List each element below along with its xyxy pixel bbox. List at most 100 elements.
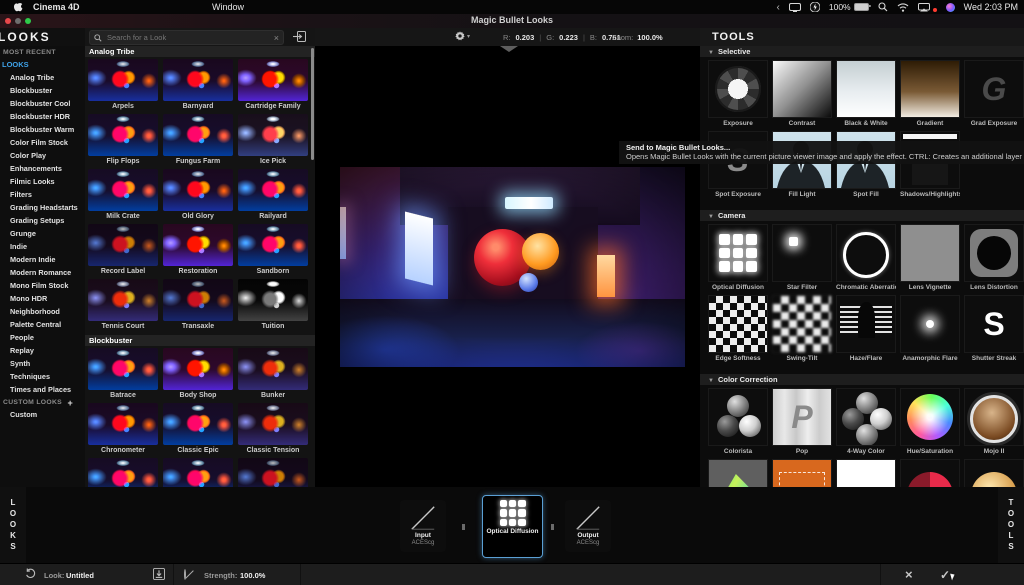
look-name[interactable]: Untitled: [66, 571, 94, 580]
look-transaxle[interactable]: Transaxle: [163, 279, 233, 333]
menubar-clock[interactable]: Wed 2:03 PM: [964, 2, 1018, 12]
preview-settings-button[interactable]: ▾: [455, 31, 470, 41]
apple-icon[interactable]: [14, 2, 23, 13]
sidebar-item-color-film-stock[interactable]: Color Film Stock: [0, 136, 85, 149]
sidebar-item-synth[interactable]: Synth: [0, 357, 85, 370]
look-flip-flops[interactable]: Flip Flops: [88, 114, 158, 168]
tool-star-filter[interactable]: Star Filter: [772, 224, 832, 293]
look-classic-tension[interactable]: Classic Tension: [238, 403, 308, 457]
look-partial[interactable]: [163, 458, 233, 487]
look-cartridge-family[interactable]: Cartridge Family: [238, 59, 308, 113]
sidebar-item-times-and-places[interactable]: Times and Places: [0, 383, 85, 396]
sidebar-item-modern-romance[interactable]: Modern Romance: [0, 266, 85, 279]
sidebar-item-grading-setups[interactable]: Grading Setups: [0, 214, 85, 227]
look-restoration[interactable]: Restoration: [163, 224, 233, 278]
sidebar-item-grunge[interactable]: Grunge: [0, 227, 85, 240]
chain-node-input[interactable]: InputACEScg: [400, 500, 446, 552]
tool-mojo-ii[interactable]: Mojo II: [964, 388, 1024, 457]
sidebar-item-grading-headstarts[interactable]: Grading Headstarts: [0, 201, 85, 214]
cancel-button[interactable]: ×: [905, 567, 913, 582]
add-custom-look-button[interactable]: +: [67, 398, 73, 408]
look-record-label[interactable]: Record Label: [88, 224, 158, 278]
confirm-button[interactable]: ✓: [940, 568, 950, 582]
sidebar-item-palette-central[interactable]: Palette Central: [0, 318, 85, 331]
look-milk-crate[interactable]: Milk Crate: [88, 169, 158, 223]
tool-section-header-selective[interactable]: ▼Selective: [700, 46, 1024, 57]
browser-scrollbar[interactable]: [311, 48, 314, 160]
look-classic-epic[interactable]: Classic Epic: [163, 403, 233, 457]
look-ice-pick[interactable]: Ice Pick: [238, 114, 308, 168]
sidebar-item-filters[interactable]: Filters: [0, 188, 85, 201]
look-railyard[interactable]: Railyard: [238, 169, 308, 223]
chain-node-optical-diffusion[interactable]: Optical Diffusion: [482, 495, 543, 558]
save-look-icon[interactable]: [153, 568, 165, 582]
sidebar-item-color-play[interactable]: Color Play: [0, 149, 85, 162]
disable-strength-icon[interactable]: [184, 570, 186, 579]
look-bunker[interactable]: Bunker: [238, 348, 308, 402]
sidebar-item-people[interactable]: People: [0, 331, 85, 344]
sidebar-item-enhancements[interactable]: Enhancements: [0, 162, 85, 175]
tool-colorista[interactable]: Colorista: [708, 388, 768, 457]
reset-look-icon[interactable]: [25, 568, 36, 581]
tool-shutter-streak[interactable]: SShutter Streak: [964, 295, 1024, 364]
tool-section-header-camera[interactable]: ▼Camera: [700, 210, 1024, 221]
tool-section-header-color-correction[interactable]: ▼Color Correction: [700, 374, 1024, 385]
tool-partial[interactable]: [772, 459, 832, 487]
sidebar-item-custom[interactable]: Custom: [0, 408, 85, 421]
tool-grad-exposure[interactable]: GGrad Exposure: [964, 60, 1024, 129]
battery-indicator[interactable]: 100%: [829, 2, 869, 12]
sidebar-item-blockbuster-cool[interactable]: Blockbuster Cool: [0, 97, 85, 110]
tool-lens-distortion[interactable]: Lens Distortion: [964, 224, 1024, 293]
strength-value[interactable]: 100.0%: [240, 571, 265, 580]
look-search-box[interactable]: ×: [89, 30, 284, 45]
tool-optical-diffusion[interactable]: Optical Diffusion: [708, 224, 768, 293]
look-old-glory[interactable]: Old Glory: [163, 169, 233, 223]
sidebar-item-neighborhood[interactable]: Neighborhood: [0, 305, 85, 318]
sidebar-item-blockbuster-warm[interactable]: Blockbuster Warm: [0, 123, 85, 136]
look-tuition[interactable]: Tuition: [238, 279, 308, 333]
sidebar-item-looks[interactable]: LOOKS: [0, 58, 85, 71]
tool-lens-vignette[interactable]: Lens Vignette: [900, 224, 960, 293]
tool-gradient[interactable]: Gradient: [900, 60, 960, 129]
tool-partial[interactable]: [836, 459, 896, 487]
import-look-button[interactable]: [292, 30, 307, 43]
sidebar-item-blockbuster-hdr[interactable]: Blockbuster HDR: [0, 110, 85, 123]
sidebar-item-indie[interactable]: Indie: [0, 240, 85, 253]
tool-pop[interactable]: PPop: [772, 388, 832, 457]
look-fungus-farm[interactable]: Fungus Farm: [163, 114, 233, 168]
look-partial[interactable]: [88, 458, 158, 487]
tool-anamorphic-flare[interactable]: Anamorphic Flare: [900, 295, 960, 364]
chevron-left-icon[interactable]: ‹: [777, 2, 780, 13]
display-icon[interactable]: [789, 3, 801, 12]
tool-contrast[interactable]: Contrast: [772, 60, 832, 129]
screen-mirroring-icon[interactable]: [918, 3, 930, 12]
clear-search-icon[interactable]: ×: [274, 33, 279, 43]
look-barnyard[interactable]: Barnyard: [163, 59, 233, 113]
tool-edge-softness[interactable]: Edge Softness: [708, 295, 768, 364]
sidebar-item-analog-tribe[interactable]: Analog Tribe: [0, 71, 85, 84]
tool-black-white[interactable]: Black & White: [836, 60, 896, 129]
preview-viewport[interactable]: [315, 46, 700, 487]
tool-hue-saturation[interactable]: Hue/Saturation: [900, 388, 960, 457]
sidebar-item-replay[interactable]: Replay: [0, 344, 85, 357]
look-body-shop[interactable]: Body Shop: [163, 348, 233, 402]
look-chronometer[interactable]: Chronometer: [88, 403, 158, 457]
tool-swing-tilt[interactable]: Swing-Tilt: [772, 295, 832, 364]
look-tennis-court[interactable]: Tennis Court: [88, 279, 158, 333]
sidebar-item-filmic-looks[interactable]: Filmic Looks: [0, 175, 85, 188]
tool-partial[interactable]: [708, 459, 768, 487]
tool-partial[interactable]: [964, 459, 1024, 487]
tool-chromatic-aberration[interactable]: Chromatic Aberration: [836, 224, 896, 293]
menubar-window-menu[interactable]: Window: [212, 2, 244, 12]
menubar-app-name[interactable]: Cinema 4D: [33, 2, 80, 12]
tool-4-way-color[interactable]: 4-Way Color: [836, 388, 896, 457]
sidebar-item-mono-hdr[interactable]: Mono HDR: [0, 292, 85, 305]
sidebar-item-blockbuster[interactable]: Blockbuster: [0, 84, 85, 97]
zoom-readout[interactable]: Zoom: 100.0%: [612, 33, 663, 42]
chain-node-output[interactable]: OutputACEScg: [565, 500, 611, 552]
look-sandborn[interactable]: Sandborn: [238, 224, 308, 278]
tool-partial[interactable]: [900, 459, 960, 487]
tool-exposure[interactable]: Exposure: [708, 60, 768, 129]
wifi-icon[interactable]: [897, 3, 909, 12]
look-arpels[interactable]: Arpels: [88, 59, 158, 113]
